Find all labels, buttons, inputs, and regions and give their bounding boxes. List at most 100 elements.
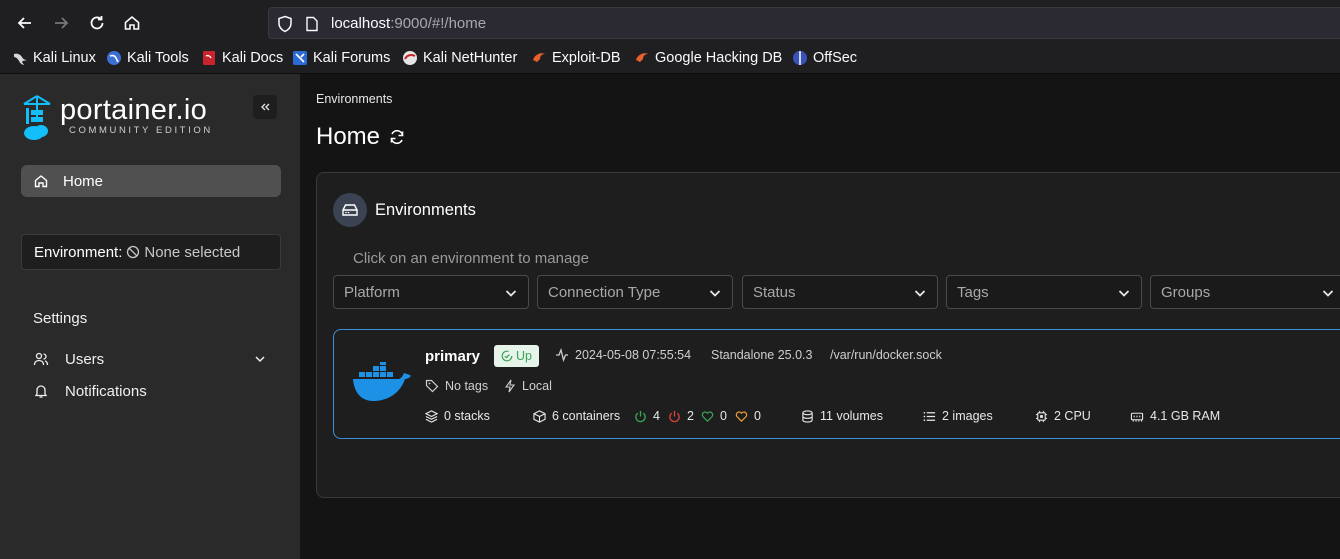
bookmark-exploit-db[interactable]: Exploit-DB xyxy=(531,50,621,66)
sidebar: portainer.io COMMUNITY EDITION Home Envi… xyxy=(0,74,300,559)
stat-running: 4 xyxy=(634,409,660,423)
bookmarks-bar: Kali Linux Kali Tools Kali Docs Kali For… xyxy=(0,45,1340,74)
arrow-right-icon xyxy=(55,17,69,29)
stat-healthy: 0 xyxy=(701,409,727,423)
exploit-db-icon xyxy=(533,53,545,62)
environment-item-primary[interactable]: primary Up 2024-05-08 07:55:54 Standalon… xyxy=(333,329,1340,439)
filter-tags[interactable]: Tags xyxy=(946,275,1142,309)
browser-toolbar: localhost:9000/#!/home xyxy=(0,0,1340,45)
filter-connection-type[interactable]: Connection Type xyxy=(537,275,733,309)
filter-label: Groups xyxy=(1161,283,1211,301)
status-badge: Up xyxy=(494,345,539,367)
users-icon xyxy=(33,352,49,366)
card-title: Environments xyxy=(375,201,476,219)
location-text: Local xyxy=(522,379,552,393)
images-text: 2 images xyxy=(942,409,993,423)
bookmark-kali-tools[interactable]: Kali Tools xyxy=(106,50,189,66)
environments-hint: Click on an environment to manage xyxy=(353,250,589,267)
portainer-logo-icon[interactable] xyxy=(20,94,54,142)
cpu-icon xyxy=(1035,410,1048,422)
bookmark-google-hacking-db[interactable]: Google Hacking DB xyxy=(634,50,782,66)
stacks-text: 0 stacks xyxy=(444,409,490,423)
url-text[interactable]: localhost:9000/#!/home xyxy=(331,15,486,32)
tags-text: No tags xyxy=(445,379,489,393)
environments-card-icon xyxy=(333,193,367,227)
bookmark-label: Google Hacking DB xyxy=(655,50,783,66)
home-button[interactable] xyxy=(119,10,145,36)
chevron-down-icon xyxy=(1118,290,1130,297)
power-icon xyxy=(635,410,646,422)
logo-text[interactable]: portainer.io xyxy=(60,94,207,127)
bell-icon xyxy=(34,385,48,398)
page-title: Home xyxy=(316,123,406,151)
bookmark-label: Kali Docs xyxy=(222,50,284,66)
ram-text: 4.1 GB RAM xyxy=(1150,409,1221,423)
refresh-button[interactable] xyxy=(388,128,406,146)
kali-tools-icon xyxy=(107,51,121,65)
page-icon xyxy=(306,16,318,32)
reload-button[interactable] xyxy=(84,10,110,36)
bookmark-label: Kali Tools xyxy=(127,50,189,66)
stopped-count: 2 xyxy=(687,409,694,423)
environment-selector[interactable]: Environment: None selected xyxy=(21,234,281,270)
main-content: Environments Home Environments Click on … xyxy=(300,74,1340,559)
heart-icon xyxy=(701,410,714,422)
chevron-down-icon xyxy=(709,290,721,297)
refresh-icon xyxy=(390,129,404,145)
bookmark-label: Exploit-DB xyxy=(552,50,621,66)
running-count: 4 xyxy=(653,409,660,423)
stat-containers: 6 containers xyxy=(533,409,620,423)
tag-icon xyxy=(425,379,439,393)
url-path: :9000/#!/home xyxy=(390,15,487,32)
forward-button[interactable] xyxy=(48,10,74,36)
filter-label: Status xyxy=(753,283,796,301)
sidebar-item-notifications[interactable]: Notifications xyxy=(33,379,273,403)
activity-icon xyxy=(556,348,568,362)
filter-label: Platform xyxy=(344,283,400,301)
heart-crack-icon xyxy=(735,410,748,422)
stat-stacks: 0 stacks xyxy=(425,409,490,423)
filter-status[interactable]: Status xyxy=(742,275,938,309)
containers-text: 6 containers xyxy=(552,409,621,423)
address-bar[interactable]: localhost:9000/#!/home xyxy=(268,7,1340,39)
sidebar-item-label: Users xyxy=(65,350,105,368)
sidebar-item-home[interactable]: Home xyxy=(21,165,281,197)
check-circle-icon xyxy=(501,350,513,362)
kali-forums-icon xyxy=(293,51,307,65)
ghdb-icon xyxy=(636,53,648,62)
memory-icon xyxy=(1130,412,1144,422)
bookmark-kali-nethunter[interactable]: Kali NetHunter xyxy=(402,50,517,66)
home-icon xyxy=(124,15,140,30)
environment-label: Environment: xyxy=(34,243,123,261)
environment-name: primary xyxy=(425,348,481,365)
breadcrumb[interactable]: Environments xyxy=(316,92,392,106)
logo-subtitle: COMMUNITY EDITION xyxy=(69,125,213,136)
bookmark-label: Kali Linux xyxy=(33,50,96,66)
ban-icon xyxy=(127,245,140,259)
environment-location: Local xyxy=(504,379,552,393)
chevron-down-icon xyxy=(914,290,926,297)
filter-platform[interactable]: Platform xyxy=(333,275,529,309)
environment-version: Standalone 25.0.3 xyxy=(711,348,813,362)
settings-heading: Settings xyxy=(33,310,88,327)
stat-stopped: 2 xyxy=(668,409,694,423)
collapse-sidebar-button[interactable] xyxy=(253,95,277,119)
bookmark-kali-forums[interactable]: Kali Forums xyxy=(292,50,390,66)
reload-icon xyxy=(90,16,104,30)
shield-icon[interactable] xyxy=(277,15,293,33)
environment-tags: No tags xyxy=(425,379,488,393)
environment-socket: /var/run/docker.sock xyxy=(830,348,942,362)
filter-groups[interactable]: Groups xyxy=(1150,275,1340,309)
stat-volumes: 11 volumes xyxy=(801,409,883,423)
back-button[interactable] xyxy=(12,10,38,36)
timestamp-text: 2024-05-08 07:55:54 xyxy=(575,348,692,362)
bookmark-kali-linux[interactable]: Kali Linux xyxy=(12,50,96,66)
bookmark-offsec[interactable]: OffSec xyxy=(792,50,857,66)
chevron-down-icon[interactable] xyxy=(253,352,267,366)
stat-ram: 4.1 GB RAM xyxy=(1130,409,1220,423)
unhealthy-count: 0 xyxy=(754,409,761,423)
bookmark-label: OffSec xyxy=(813,50,858,66)
kali-docs-icon xyxy=(203,51,215,65)
sidebar-item-users[interactable]: Users xyxy=(33,347,273,371)
bookmark-kali-docs[interactable]: Kali Docs xyxy=(201,50,283,66)
